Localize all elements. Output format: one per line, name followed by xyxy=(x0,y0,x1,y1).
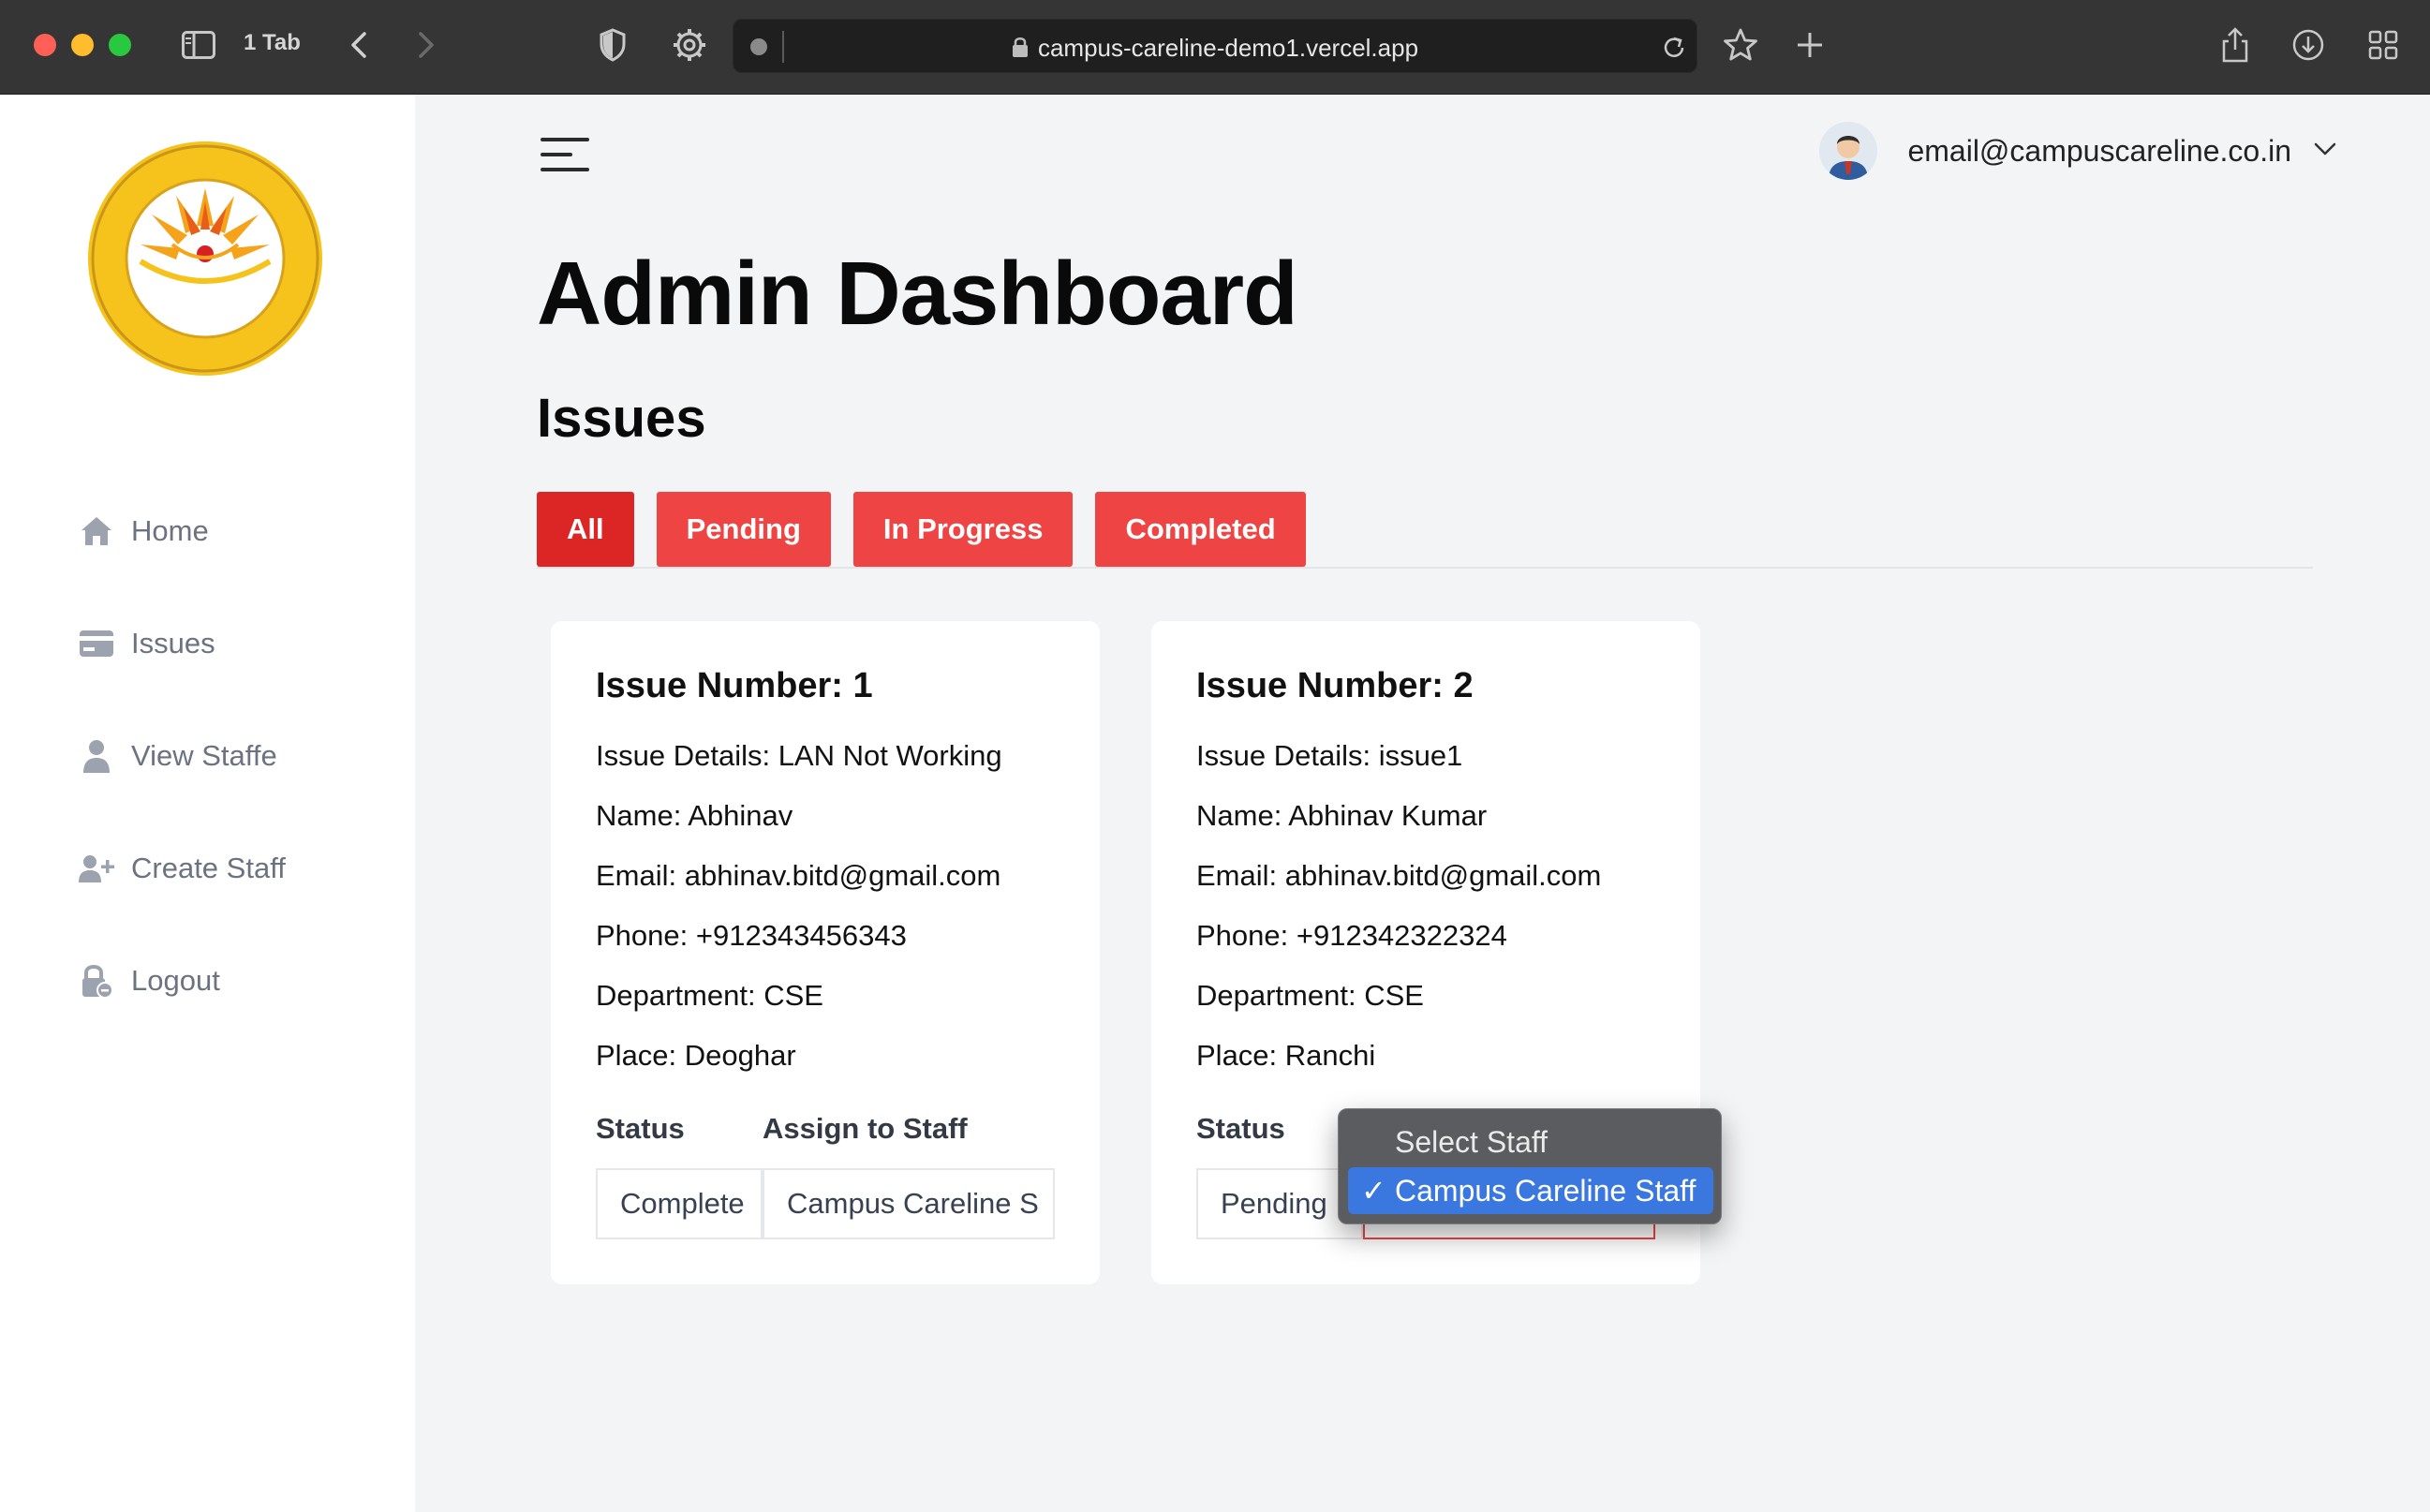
filter-in-progress-button[interactable]: In Progress xyxy=(852,492,1074,567)
new-tab-plus-icon[interactable] xyxy=(1793,24,1827,66)
filter-all-button[interactable]: All xyxy=(537,492,634,567)
user-email: email@campuscareline.co.in xyxy=(1907,133,2291,168)
status-label: Status xyxy=(1196,1112,1285,1145)
filter-completed-button[interactable]: Completed xyxy=(1095,492,1306,567)
home-icon xyxy=(79,513,114,549)
back-icon[interactable] xyxy=(345,24,373,66)
issue-email: Email: abhinav.bitd@gmail.com xyxy=(1196,859,1602,892)
url-text[interactable]: campus-careline-demo1.vercel.app xyxy=(733,34,1697,65)
issue-department: Department: CSE xyxy=(596,979,823,1012)
divider xyxy=(537,567,2313,569)
sidebar-item-label: Issues xyxy=(131,627,215,660)
user-icon xyxy=(79,738,114,774)
issue-number: Issue Number: 2 xyxy=(1196,666,1474,705)
checkmark-icon: ✓ xyxy=(1361,1174,1386,1208)
issue-filters: All Pending In Progress Completed xyxy=(537,492,1328,567)
close-window-button[interactable] xyxy=(34,34,56,56)
issue-name: Name: Abhinav Kumar xyxy=(1196,799,1488,832)
sidebar-item-logout[interactable]: Logout xyxy=(79,953,220,1009)
issue-department: Department: CSE xyxy=(1196,979,1424,1012)
assign-staff-select[interactable]: Campus Careline S xyxy=(763,1168,1055,1239)
assign-staff-label: Assign to Staff xyxy=(763,1112,968,1145)
card-icon xyxy=(79,626,114,661)
issue-place: Place: Deoghar xyxy=(596,1039,796,1072)
download-icon[interactable] xyxy=(2289,24,2327,66)
sidebar-item-label: Create Staff xyxy=(131,852,286,884)
bookmark-star-icon[interactable] xyxy=(1722,24,1759,66)
page-title: Admin Dashboard xyxy=(537,244,1298,344)
sidebar-item-label: Home xyxy=(131,514,209,547)
forward-icon[interactable] xyxy=(412,24,440,66)
chevron-down-icon[interactable] xyxy=(2314,142,2336,160)
main-content: email@campuscareline.co.in Admin Dashboa… xyxy=(415,95,2430,1512)
sidebar-item-home[interactable]: Home xyxy=(79,503,209,559)
issue-details: Issue Details: issue1 xyxy=(1196,739,1463,772)
status-label: Status xyxy=(596,1112,685,1145)
minimize-window-button[interactable] xyxy=(71,34,94,56)
sidebar-item-issues[interactable]: Issues xyxy=(79,615,215,672)
avatar[interactable] xyxy=(1819,122,1878,180)
issue-phone: Phone: +912342322324 xyxy=(1196,919,1507,952)
shield-icon[interactable] xyxy=(596,24,630,66)
section-title: Issues xyxy=(537,388,706,449)
reload-icon[interactable] xyxy=(1657,27,1691,68)
menu-toggle-icon[interactable] xyxy=(541,136,589,173)
issue-email: Email: abhinav.bitd@gmail.com xyxy=(596,859,1001,892)
maximize-window-button[interactable] xyxy=(109,34,131,56)
tab-overview-grid-icon[interactable] xyxy=(2364,24,2402,66)
lock-icon xyxy=(79,963,114,999)
settings-gear-icon[interactable] xyxy=(671,24,708,66)
staff-dropdown-menu: Select Staff ✓ Campus Careline Staff xyxy=(1338,1108,1722,1224)
filter-pending-button[interactable]: Pending xyxy=(656,492,831,567)
browser-toolbar: 1 Tab campus-careline-demo1.vercel.app xyxy=(0,0,2430,95)
sidebar-item-create-staff[interactable]: Create Staff xyxy=(79,840,286,897)
sidebar: Home Issues View Staffe Create Staff Log… xyxy=(0,95,415,1512)
sidebar-item-label: View Staffe xyxy=(131,739,277,772)
address-bar[interactable]: campus-careline-demo1.vercel.app xyxy=(733,19,1697,73)
issue-name: Name: Abhinav xyxy=(596,799,793,832)
dropdown-option-select-staff[interactable]: Select Staff xyxy=(1348,1119,1713,1165)
issue-details: Issue Details: LAN Not Working xyxy=(596,739,1002,772)
sidebar-item-view-staffe[interactable]: View Staffe xyxy=(79,728,277,784)
tab-count-label[interactable]: 1 Tab xyxy=(244,30,301,56)
share-icon[interactable] xyxy=(2218,24,2252,66)
user-menu[interactable]: email@campuscareline.co.in xyxy=(1819,119,2336,183)
issue-number: Issue Number: 1 xyxy=(596,666,873,705)
sidebar-item-label: Logout xyxy=(131,964,220,997)
sidebar-toggle-icon[interactable] xyxy=(180,24,217,66)
issue-phone: Phone: +912343456343 xyxy=(596,919,907,952)
dropdown-option-campus-careline-staff[interactable]: ✓ Campus Careline Staff xyxy=(1348,1167,1713,1214)
status-select[interactable]: Complete xyxy=(596,1168,763,1239)
nit-patna-logo xyxy=(86,140,324,378)
issue-place: Place: Ranchi xyxy=(1196,1039,1376,1072)
issue-card: Issue Number: 1 Issue Details: LAN Not W… xyxy=(551,621,1100,1284)
user-plus-icon xyxy=(79,851,114,886)
lock-icon xyxy=(1012,36,1029,65)
